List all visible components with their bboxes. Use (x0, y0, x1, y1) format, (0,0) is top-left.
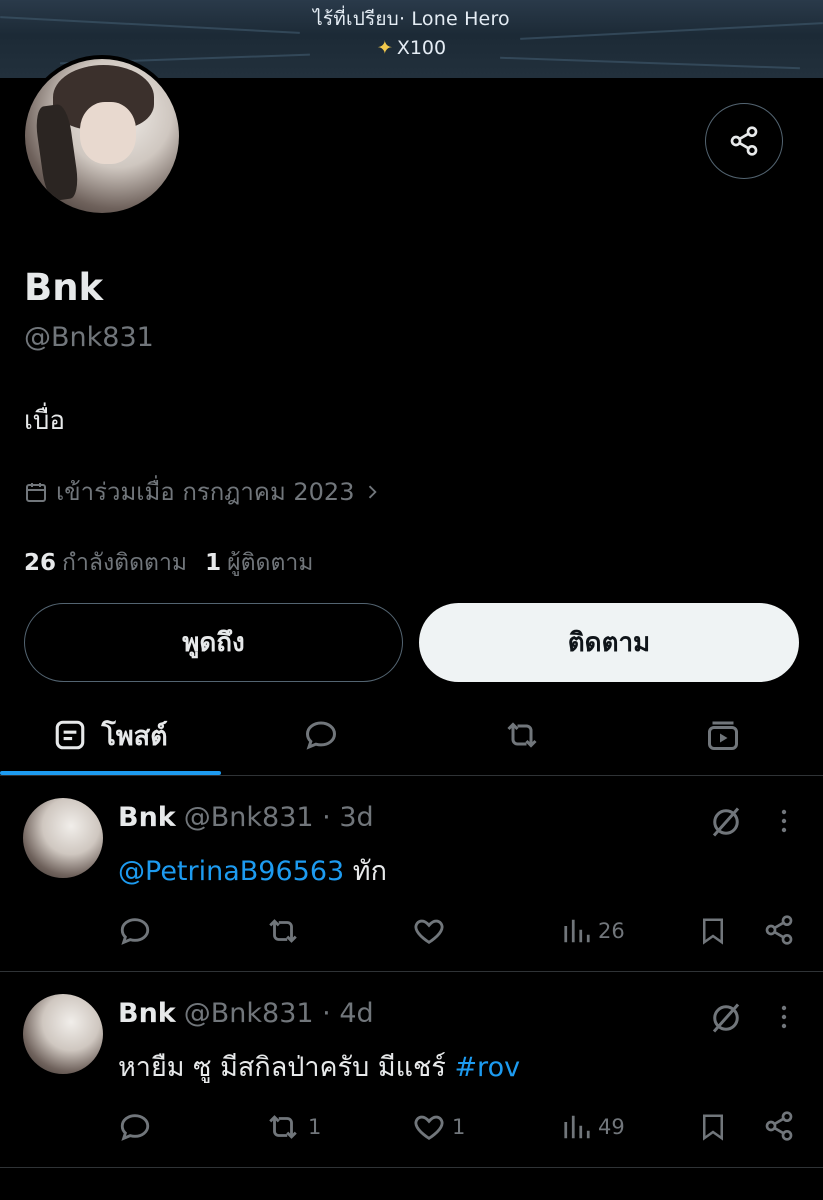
repost-count: 1 (308, 1115, 322, 1139)
reply-icon (305, 721, 337, 750)
banner-reward-text: X100 (396, 37, 447, 59)
share-icon (765, 1111, 793, 1141)
share-icon (765, 915, 793, 945)
post-more-button[interactable] (772, 806, 796, 836)
post-item[interactable]: Bnk @Bnk831 · 3d @PetrinaB96563 ทัก 26 (0, 776, 823, 971)
banner-caption: ไร้ที่เปรียบ· Lone Hero (313, 8, 510, 30)
mention-button[interactable]: พูดถึง (24, 603, 403, 682)
profile-avatar[interactable] (21, 55, 183, 217)
like-button[interactable] (412, 914, 452, 948)
profile-name: Bnk (24, 266, 104, 309)
post-body: หายืม ซู มีสกิลป่าครับ มีแชร์ (118, 1052, 455, 1083)
repost-button[interactable] (264, 914, 308, 948)
post-mention-link[interactable]: @PetrinaB96563 (118, 856, 344, 887)
following-label: กำลังติดตาม (62, 550, 188, 576)
bookmark-icon (703, 918, 723, 945)
post-author-handle[interactable]: @Bnk831 (184, 998, 314, 1029)
grok-button[interactable] (708, 804, 744, 840)
calendar-icon (26, 482, 46, 502)
bookmark-button[interactable] (698, 914, 728, 948)
post-divider (0, 1167, 823, 1168)
repost-button[interactable]: 1 (264, 1110, 321, 1144)
post-hashtag-link[interactable]: #rov (454, 1052, 520, 1083)
follow-button[interactable]: ติดตาม (419, 603, 799, 682)
profile-stats: 26 กำลังติดตาม 1 ผู้ติดตาม (24, 545, 313, 581)
post-body: ทัก (344, 856, 387, 887)
reply-icon (120, 1114, 150, 1141)
heart-icon (414, 919, 444, 944)
post-header: Bnk @Bnk831 · 3d (118, 802, 374, 833)
bookmark-icon (703, 1114, 723, 1141)
profile-handle: @Bnk831 (24, 322, 154, 353)
views-button[interactable]: 49 (562, 1110, 625, 1144)
post-share-button[interactable] (763, 1110, 795, 1142)
heart-icon (414, 1115, 444, 1140)
followers-label: ผู้ติดตาม (227, 550, 314, 576)
more-vertical-icon (781, 809, 787, 833)
post-author-handle[interactable]: @Bnk831 (184, 802, 314, 833)
share-icon (730, 126, 758, 156)
banner-reward: ✦ X100 (0, 37, 823, 59)
views-icon (564, 919, 590, 943)
post-actions: 26 (0, 914, 823, 954)
tab-posts[interactable]: โพสต์ (0, 700, 221, 770)
tab-replies[interactable] (221, 700, 421, 770)
views-icon (564, 1115, 590, 1139)
joined-text: เข้าร่วมเมื่อ กรกฎาคม 2023 (56, 478, 355, 506)
following-link[interactable]: 26 กำลังติดตาม (24, 545, 187, 581)
tab-media[interactable] (623, 700, 823, 770)
post-time: · 3d (322, 802, 374, 833)
followers-link[interactable]: 1 ผู้ติดตาม (205, 545, 313, 581)
grok-button[interactable] (708, 1000, 744, 1036)
post-time: · 4d (322, 998, 374, 1029)
followers-count: 1 (205, 550, 222, 576)
following-count: 26 (24, 550, 57, 576)
reply-icon (120, 918, 150, 945)
reply-button[interactable] (118, 1110, 152, 1144)
post-avatar[interactable] (23, 798, 103, 878)
star-icon: ✦ (376, 37, 393, 59)
media-icon (708, 721, 738, 750)
post-header: Bnk @Bnk831 · 4d (118, 998, 374, 1029)
grok-icon (712, 807, 740, 837)
chevron-right-icon (369, 485, 378, 498)
like-count: 1 (452, 1115, 466, 1139)
repost-icon (507, 722, 537, 748)
more-vertical-icon (781, 1005, 787, 1029)
post-text: หายืม ซู มีสกิลป่าครับ มีแชร์ #rov (118, 1045, 520, 1088)
tab-reposts[interactable] (421, 700, 623, 770)
post-text: @PetrinaB96563 ทัก (118, 849, 387, 892)
repost-icon (269, 919, 297, 943)
views-count: 26 (598, 919, 625, 943)
bookmark-button[interactable] (698, 1110, 728, 1144)
views-button[interactable]: 26 (562, 914, 625, 948)
reply-button[interactable] (118, 914, 152, 948)
views-count: 49 (598, 1115, 625, 1139)
tab-posts-label: โพสต์ (101, 720, 168, 752)
like-button[interactable]: 1 (412, 1110, 465, 1144)
post-avatar[interactable] (23, 994, 103, 1074)
post-item[interactable]: Bnk @Bnk831 · 4d หายืม ซู มีสกิลป่าครับ ม… (0, 972, 823, 1167)
profile-bio: เบื่อ (24, 406, 66, 436)
post-author-name[interactable]: Bnk (118, 802, 176, 833)
profile-joined[interactable]: เข้าร่วมเมื่อ กรกฎาคม 2023 (24, 472, 382, 511)
post-share-button[interactable] (763, 914, 795, 946)
grok-icon (712, 1003, 740, 1033)
post-more-button[interactable] (772, 1002, 796, 1032)
repost-icon (269, 1115, 297, 1139)
posts-tab-icon (56, 720, 85, 750)
profile-tabs: โพสต์ (0, 700, 823, 776)
post-actions: 1 1 49 (0, 1110, 823, 1150)
share-profile-button[interactable] (705, 103, 783, 179)
post-author-name[interactable]: Bnk (118, 998, 176, 1029)
